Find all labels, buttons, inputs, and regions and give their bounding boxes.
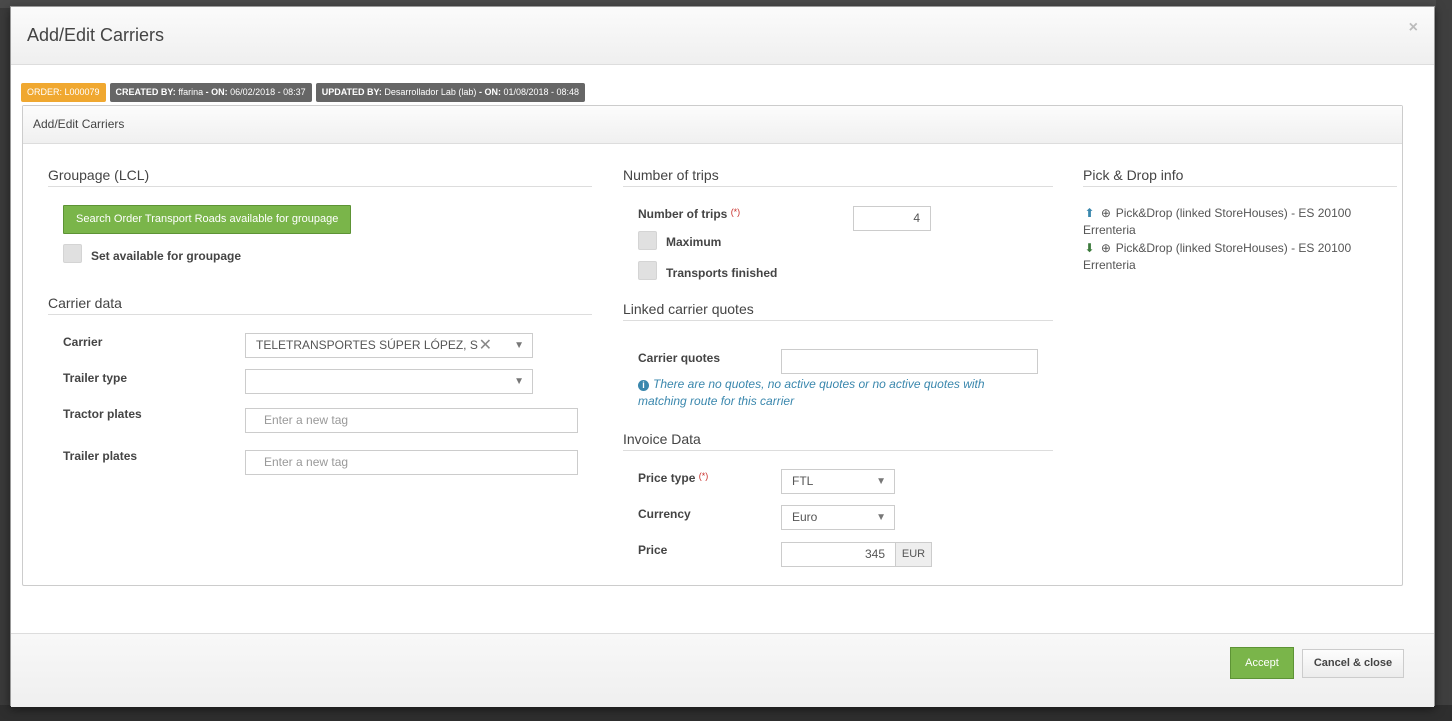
record-badges: ORDER: L000079 CREATED BY: ffarina - ON:…: [21, 83, 586, 102]
quotes-info-note: i There are no quotes, no active quotes o…: [638, 376, 1018, 410]
chevron-down-icon: ▼: [514, 376, 524, 387]
close-icon[interactable]: ×: [1409, 19, 1418, 37]
currency-value: Euro: [792, 510, 818, 524]
trailer-plates-label: Trailer plates: [63, 449, 138, 463]
created-on: 06/02/2018 - 08:37: [230, 87, 306, 97]
currency-label: Currency: [638, 507, 691, 521]
price-unit-addon: EUR: [896, 542, 932, 567]
created-user: ffarina: [178, 87, 204, 97]
transports-finished-label: Transports finished: [666, 266, 778, 280]
zoom-in-icon[interactable]: ⊕: [1099, 205, 1112, 222]
accept-button[interactable]: Accept: [1230, 647, 1294, 679]
carrier-data-title: Carrier data: [48, 295, 592, 315]
price-type-value: FTL: [792, 474, 814, 488]
order-badge: ORDER: L000079: [21, 83, 106, 102]
updated-label: UPDATED BY:: [321, 87, 382, 97]
price-type-text: Price type: [638, 471, 696, 485]
price-type-label: Price type (*): [638, 471, 708, 485]
groupage-title: Groupage (LCL): [48, 167, 592, 187]
trailer-type-select[interactable]: ▼: [245, 369, 533, 394]
updated-badge: UPDATED BY: Desarrollador Lab (lab) - ON…: [315, 83, 586, 102]
pick-drop-text[interactable]: Pick&Drop (linked StoreHouses) - ES 2010…: [1083, 241, 1351, 272]
chevron-down-icon: ▼: [876, 512, 886, 523]
price-input[interactable]: 345: [781, 542, 896, 567]
created-badge: CREATED BY: ffarina - ON: 06/02/2018 - 0…: [109, 83, 312, 102]
upload-icon[interactable]: ⬆: [1083, 205, 1096, 222]
price-type-select[interactable]: FTL ▼: [781, 469, 895, 494]
tractor-plates-input[interactable]: Enter a new tag: [245, 408, 578, 433]
pick-drop-entry: ⬆ ⊕ Pick&Drop (linked StoreHouses) - ES …: [1083, 205, 1383, 239]
pick-drop-entry: ⬇ ⊕ Pick&Drop (linked StoreHouses) - ES …: [1083, 240, 1383, 274]
carrier-quotes-input[interactable]: [781, 349, 1038, 374]
maximum-checkbox[interactable]: [638, 231, 657, 250]
updated-user: Desarrollador Lab (lab): [384, 87, 477, 97]
created-on-label: - ON:: [205, 87, 228, 97]
backdrop-bottom: [0, 705, 1452, 721]
carrier-quotes-label: Carrier quotes: [638, 351, 721, 365]
trips-title: Number of trips: [623, 167, 1053, 187]
tractor-plates-label: Tractor plates: [63, 407, 142, 421]
quotes-info-text: There are no quotes, no active quotes or…: [638, 377, 985, 408]
quotes-title: Linked carrier quotes: [623, 301, 1053, 321]
available-groupage-checkbox[interactable]: [63, 244, 82, 263]
number-of-trips-label: Number of trips (*): [638, 207, 740, 221]
updated-on: 01/08/2018 - 08:48: [503, 87, 580, 97]
carrier-value: TELETRANSPORTES SÚPER LÓPEZ, S: [256, 338, 478, 352]
zoom-in-icon[interactable]: ⊕: [1099, 240, 1112, 257]
carrier-select[interactable]: TELETRANSPORTES SÚPER LÓPEZ, S ✕ ▼: [245, 333, 533, 358]
carrier-label: Carrier: [63, 335, 103, 349]
panel-heading: Add/Edit Carriers: [23, 106, 1402, 144]
number-of-trips-text: Number of trips: [638, 207, 728, 221]
trailer-plates-input[interactable]: Enter a new tag: [245, 450, 578, 475]
info-icon: i: [638, 380, 649, 391]
updated-on-label: - ON:: [478, 87, 501, 97]
trailer-type-label: Trailer type: [63, 371, 128, 385]
search-groupage-button[interactable]: Search Order Transport Roads available f…: [63, 205, 352, 234]
maximum-label: Maximum: [666, 235, 722, 249]
cancel-close-button[interactable]: Cancel & close: [1302, 649, 1404, 678]
currency-select[interactable]: Euro ▼: [781, 505, 895, 530]
download-icon[interactable]: ⬇: [1083, 240, 1096, 257]
backdrop-right: [1436, 0, 1452, 721]
modal-title: Add/Edit Carriers: [27, 25, 165, 45]
chevron-down-icon: ▼: [876, 476, 886, 487]
clear-icon[interactable]: ✕: [479, 334, 492, 357]
modal-header: Add/Edit Carriers ×: [11, 7, 1434, 65]
available-groupage-label: Set available for groupage: [91, 249, 242, 263]
transports-finished-checkbox[interactable]: [638, 261, 657, 280]
required-mark: (*): [730, 207, 741, 217]
modal-footer: [11, 633, 1434, 707]
chevron-down-icon: ▼: [514, 340, 524, 351]
required-mark: (*): [698, 471, 709, 481]
price-label: Price: [638, 543, 668, 557]
pick-drop-text[interactable]: Pick&Drop (linked StoreHouses) - ES 2010…: [1083, 206, 1351, 237]
created-label: CREATED BY:: [115, 87, 176, 97]
invoice-title: Invoice Data: [623, 431, 1053, 451]
pick-drop-title: Pick & Drop info: [1083, 167, 1397, 187]
number-of-trips-input[interactable]: 4: [853, 206, 931, 231]
